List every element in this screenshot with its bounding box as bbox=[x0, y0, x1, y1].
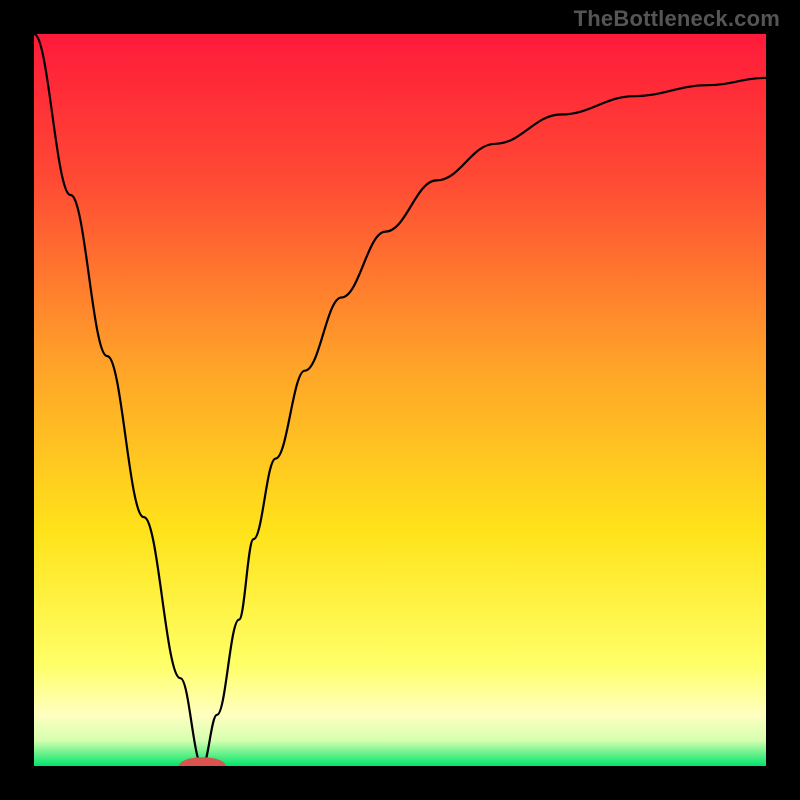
chart-svg bbox=[34, 34, 766, 766]
chart-frame: TheBottleneck.com bbox=[0, 0, 800, 800]
plot-area bbox=[34, 34, 766, 766]
watermark-text: TheBottleneck.com bbox=[574, 6, 780, 32]
gradient-background bbox=[34, 34, 766, 766]
